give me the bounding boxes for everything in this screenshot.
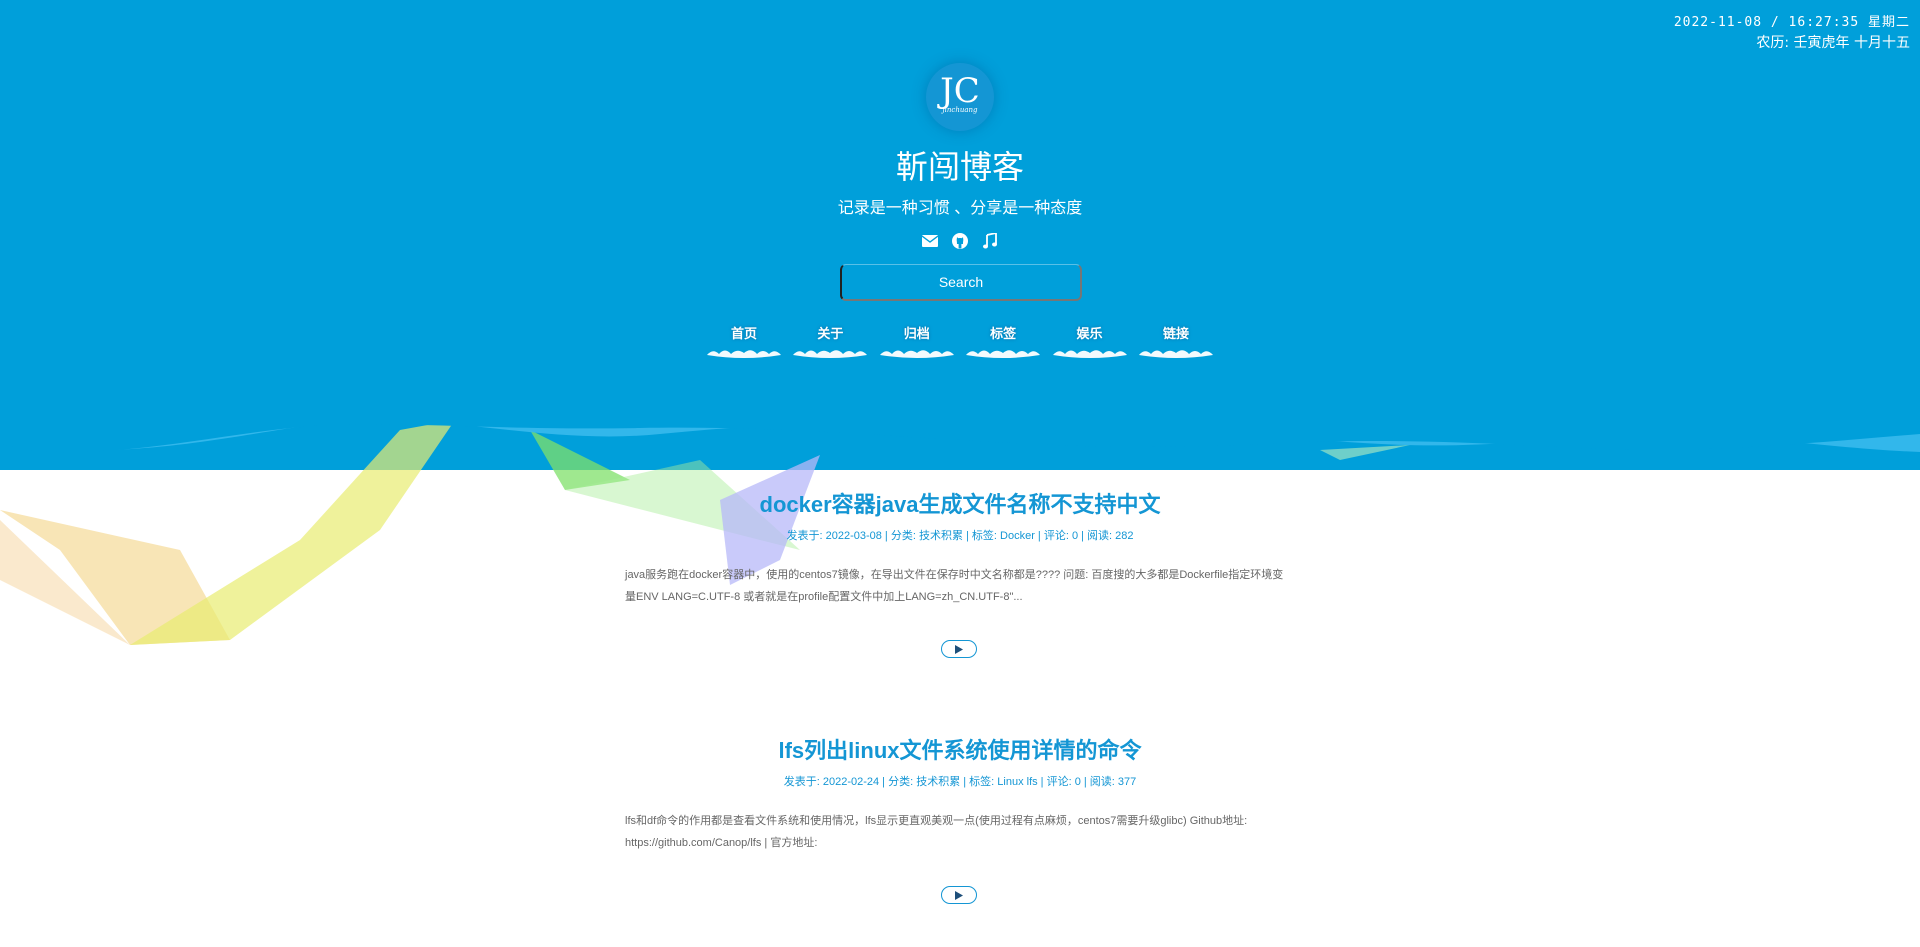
nav-item-entertainment[interactable]: 娱乐 [1051,322,1129,362]
post-card: docker容器java生成文件名称不支持中文 发表于: 2022-03-08 … [625,490,1295,608]
logo-text: JC [940,71,980,111]
music-icon[interactable] [980,231,1000,251]
header-banner: 2022-11-08 / 16:27:35 星期二 农历: 壬寅虎年 十月十五 … [0,0,1920,470]
post-title-link[interactable]: docker容器java生成文件名称不支持中文 [625,490,1295,520]
wave-cloud-icon [1138,350,1213,358]
nav-item-tags[interactable]: 标签 [964,322,1042,362]
play-icon [955,644,963,654]
post-excerpt: java服务跑在docker容器中，使用的centos7镜像，在导出文件在保存时… [625,569,1284,603]
read-more-button[interactable] [941,886,977,904]
nav-item-label: 首页 [730,326,757,341]
wave-cloud-icon [707,350,781,358]
site-logo[interactable]: JC jinchuang [926,63,994,131]
nav-item-label: 娱乐 [1076,326,1103,341]
nav-item-archive[interactable]: 归档 [878,322,956,362]
logo-signature: jinchuang [942,106,978,114]
nav-item-label: 标签 [990,326,1017,341]
play-icon [955,890,963,900]
datetime-text: 2022-11-08 / 16:27:35 星期二 [1673,15,1910,30]
wave-cloud-icon [1052,350,1127,358]
post-title-link[interactable]: lfs列出linux文件系统使用详情的命令 [625,736,1295,766]
post-meta: 发表于: 2022-02-24 | 分类: 技术积累 | 标签: Linux l… [783,776,1137,788]
nav-item-links[interactable]: 链接 [1137,322,1215,362]
header-wave [0,410,1920,453]
wave-cloud-icon [966,350,1041,358]
site-title: 靳闯博客 [895,149,1024,185]
post-card: lfs列出linux文件系统使用详情的命令 发表于: 2022-02-24 | … [625,736,1295,854]
datetime-display: 2022-11-08 / 16:27:35 星期二 农历: 壬寅虎年 十月十五 [1674,12,1910,54]
post-meta: 发表于: 2022-03-08 | 分类: 技术积累 | 标签: Docker … [786,530,1134,542]
nav-item-home[interactable]: 首页 [705,322,783,362]
main-nav: 首页 关于 归档 标签 娱乐 链接 [705,322,1215,362]
social-links [920,231,1000,251]
search-input[interactable] [840,264,1082,301]
wave-cloud-icon [793,350,868,358]
nav-item-label: 关于 [817,326,844,341]
read-more-button[interactable] [941,640,977,658]
site-subtitle: 记录是一种习惯 、分享是一种态度 [837,200,1083,217]
nav-item-label: 链接 [1162,326,1189,341]
nav-item-about[interactable]: 关于 [791,322,869,362]
lunar-date-text: 农历: 壬寅虎年 十月十五 [1756,35,1910,51]
github-icon[interactable] [950,231,970,251]
wave-cloud-icon [879,350,954,358]
post-excerpt: lfs和df命令的作用都是查看文件系统和使用情况，lfs显示更直观美观一点(使用… [625,815,1248,849]
nav-item-label: 归档 [903,326,930,341]
envelope-icon[interactable] [920,231,940,251]
